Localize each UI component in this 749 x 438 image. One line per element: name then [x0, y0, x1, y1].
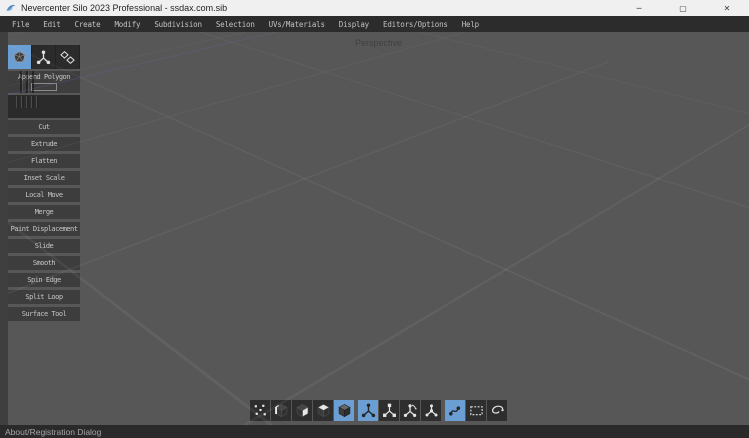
glitched-tool-button[interactable] [8, 95, 80, 118]
move-tool-icon[interactable] [358, 400, 378, 421]
rotate-tool-icon[interactable] [400, 400, 420, 421]
tool-button[interactable]: Merge [8, 205, 80, 219]
marquee-select-icon[interactable] [466, 400, 486, 421]
glitch-box [31, 83, 57, 91]
main-area: Perspective [0, 32, 749, 425]
edge-mode-icon[interactable] [271, 400, 291, 421]
tool-button[interactable]: Spin Edge [8, 273, 80, 287]
menu-item[interactable]: Modify [114, 20, 140, 29]
minimize-button[interactable]: ─ [617, 0, 661, 16]
menu-bar: File Edit Create Modify Subdivision Sele… [0, 16, 749, 32]
viewport-3d[interactable]: Perspective [8, 32, 749, 425]
app-window: Nevercenter Silo 2023 Professional - ssd… [0, 0, 749, 438]
tripod-icon [36, 50, 51, 65]
menu-item[interactable]: Help [462, 20, 479, 29]
menu-item[interactable]: Editors/Options [383, 20, 448, 29]
menu-item[interactable]: UVs/Materials [269, 20, 325, 29]
face-mode-icon[interactable] [292, 400, 312, 421]
menu-item[interactable]: Display [339, 20, 369, 29]
tool-button[interactable]: Split Loop [8, 290, 80, 304]
scale-tool-icon[interactable] [421, 400, 441, 421]
tool-button[interactable]: Local Move [8, 188, 80, 202]
tool-button[interactable]: Extrude [8, 137, 80, 151]
append-polygon-button[interactable]: Append Polygon [8, 71, 80, 93]
universal-tool-icon[interactable] [379, 400, 399, 421]
tool-panel-tabs [8, 45, 80, 69]
window-title: Nevercenter Silo 2023 Professional - ssd… [21, 3, 227, 13]
tool-button[interactable]: Paint Displacement [8, 222, 80, 236]
tab-modeling-tools[interactable] [8, 45, 31, 69]
select-style-group [445, 400, 507, 421]
silo-app-icon [5, 2, 17, 14]
double-diamond-icon [60, 50, 75, 65]
close-button[interactable]: ✕ [705, 0, 749, 16]
tool-button[interactable]: Slide [8, 239, 80, 253]
render-glitch-artifact [20, 71, 34, 93]
menu-item[interactable]: Subdivision [154, 20, 201, 29]
title-bar: Nevercenter Silo 2023 Professional - ssd… [0, 0, 749, 16]
selection-mode-group [250, 400, 354, 421]
curve-select-icon[interactable] [445, 400, 465, 421]
menu-item[interactable]: File [12, 20, 29, 29]
manipulator-group [358, 400, 441, 421]
lasso-select-icon[interactable] [487, 400, 507, 421]
bottom-toolbar [8, 400, 749, 421]
camera-label: Perspective [8, 38, 749, 48]
render-glitch-artifact [16, 96, 40, 108]
tab-manipulators[interactable] [32, 45, 55, 69]
tool-panel: Append Polygon Cut Extrude Flatten [8, 45, 80, 324]
vertex-mode-icon[interactable] [250, 400, 270, 421]
tool-button[interactable]: Surface Tool [8, 307, 80, 321]
status-bar: About/Registration Dialog [0, 425, 749, 438]
multiselect-mode-icon[interactable] [334, 400, 354, 421]
object-mode-icon[interactable] [313, 400, 333, 421]
tool-button-list: Cut Extrude Flatten Inset Scale Local Mo… [8, 120, 80, 321]
maximize-button[interactable]: ▢ [661, 0, 705, 16]
left-edge-strip [0, 32, 8, 425]
menu-item[interactable]: Edit [43, 20, 60, 29]
menu-item[interactable]: Selection [216, 20, 255, 29]
tool-button[interactable]: Flatten [8, 154, 80, 168]
window-controls: ─ ▢ ✕ [617, 0, 749, 16]
status-text: About/Registration Dialog [5, 427, 101, 437]
tool-button[interactable]: Smooth [8, 256, 80, 270]
menu-item[interactable]: Create [75, 20, 101, 29]
faceted-cube-icon [12, 50, 27, 65]
tab-materials[interactable] [56, 45, 79, 69]
tool-button[interactable]: Inset Scale [8, 171, 80, 185]
tool-button[interactable]: Cut [8, 120, 80, 134]
